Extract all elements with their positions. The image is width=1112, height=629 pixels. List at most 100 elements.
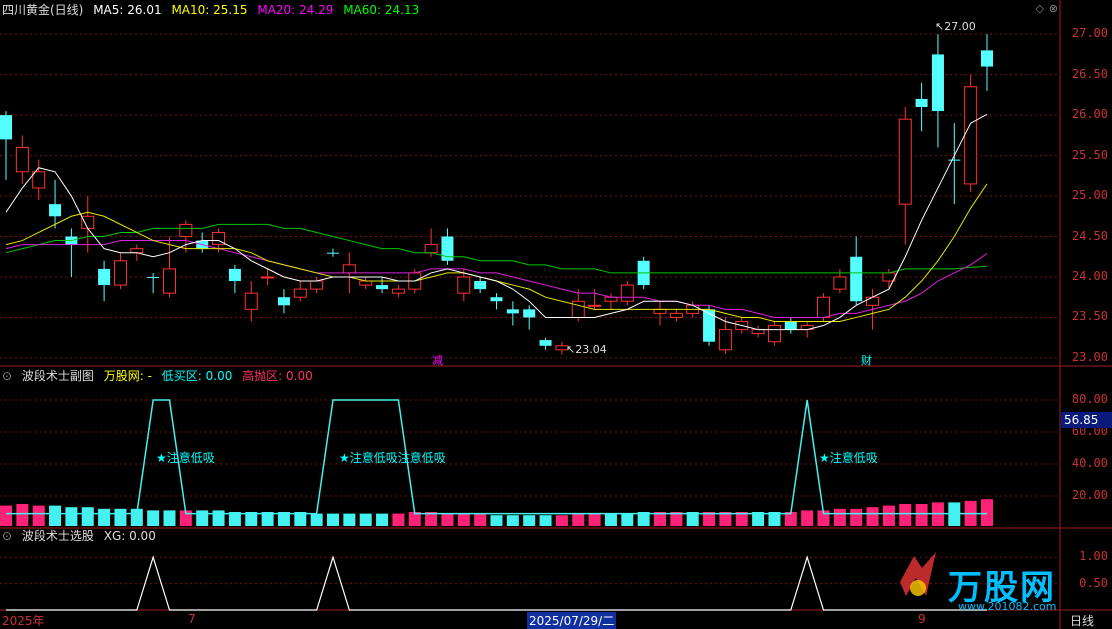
stock-chart[interactable] [0,0,1112,629]
annotation-low-buy-1: ★注意低吸 [156,451,215,465]
event-marker-jian[interactable]: 减 [432,352,443,368]
sub1-label-buy: 低买区: 0.00 [161,369,233,383]
sub1-bar [539,515,552,526]
candle-body [474,281,487,290]
candle-body [261,276,275,279]
y-tick-label: 23.50 [1071,309,1108,324]
candle-body [49,204,62,217]
sub1-bar [474,513,487,526]
y-tick-label: 25.50 [1071,147,1108,162]
sub1-bar [850,508,863,526]
candle-body [620,284,634,302]
y-tick-label: 0.50 [1079,575,1108,590]
high-price-marker: ↖27.00 [935,20,976,33]
sub1-bar [490,515,503,526]
candle-body [130,248,144,254]
sub1-bar [833,508,846,526]
date-mark-9: 9 [918,612,926,626]
annotation-low-buy-3: ★注意低吸 [819,451,878,465]
candle-body [98,268,111,286]
sub-panel1-header: ⊙ 波段术士副图 万股网: - 低买区: 0.00 高抛区: 0.00 [2,368,319,384]
candle-body [244,292,258,310]
ma-label-10: MA10: 25.15 [171,3,248,17]
candle-body [817,296,830,318]
candle-body [0,115,12,140]
sub1-bar [65,507,78,526]
candle-body [490,297,503,302]
candle-body [342,264,356,274]
candle-body [981,50,993,67]
sub1-bar [0,505,12,526]
candle-body [718,329,732,351]
y-tick-label: 1.00 [1079,549,1108,564]
sub1-bar [359,513,372,526]
candle-body [784,321,797,330]
candle-body [147,276,160,278]
sub1-bar [310,513,323,526]
sub1-bar [376,513,389,526]
date-mark-7: 7 [188,612,196,626]
sub2-label-xg: XG: 0.00 [103,529,156,543]
collapse-icon[interactable]: ⊙ [2,369,12,383]
current-value-tag: 56.85 [1061,412,1112,428]
sub1-bar [915,504,928,526]
close-icon[interactable]: ⊗ [1049,2,1058,15]
sub1-bar [588,513,601,526]
candle-body [767,325,781,343]
sub1-bar [343,513,356,526]
period-label[interactable]: 日线 [1070,612,1094,629]
sub1-bar [114,508,127,526]
candle-body [539,340,552,346]
y-tick-label: 40.00 [1071,456,1108,470]
candle-body [81,215,95,229]
candle-body [703,309,716,342]
sub1-title[interactable]: 波段术士副图 [22,369,94,383]
candle-body [751,329,765,335]
diamond-icon[interactable]: ◇ [1036,2,1044,15]
sub1-bar [441,513,454,526]
candle-body [376,285,389,290]
sub1-bar [604,513,617,526]
candle-body [113,260,127,286]
low-price-marker: ↖23.04 [566,343,607,356]
sub1-bar [523,515,536,526]
candle-body [523,309,536,318]
sub1-bar [882,505,895,526]
candle-body [359,280,373,286]
candle-body [931,54,944,112]
sub1-bar [572,513,585,526]
date-start: 2025年 [2,614,45,628]
sub1-bar [621,513,634,526]
sub2-title[interactable]: 波段术士选股 [22,529,94,543]
y-tick-label: 26.00 [1071,107,1108,122]
candle-body [653,308,667,314]
y-tick-label: 25.00 [1071,188,1108,203]
y-tick-label: 24.50 [1071,228,1108,243]
candle-body [850,256,863,302]
main-panel-header: 四川黄金(日线) MA5: 26.01 MA10: 25.15 MA20: 24… [2,2,425,18]
sub1-bar [981,499,993,526]
event-marker-cai[interactable]: 财 [861,352,872,368]
stock-title[interactable]: 四川黄金(日线) [2,3,83,17]
candle-body [833,276,847,290]
y-tick-label: 20.00 [1071,488,1108,502]
sub1-bar [32,505,45,526]
candle-body [228,268,241,282]
sub1-bar [392,513,405,526]
ma-label-20: MA20: 24.29 [257,3,334,17]
collapse-icon[interactable]: ⊙ [2,529,12,543]
sub1-bar [212,510,225,526]
watermark-url: www.201082.com [958,600,1057,613]
ma60-line [5,223,988,274]
y-tick-label: 26.50 [1071,66,1108,81]
sub1-bar [899,504,912,526]
sub1-bar [98,508,111,526]
sub1-bar [147,510,160,526]
y-tick-label: 23.00 [1071,349,1108,364]
candle-body [391,288,405,294]
sub1-bar [81,507,94,526]
candle-body [866,296,880,306]
candle-body [310,280,324,290]
sub1-bar [506,515,519,526]
y-tick-label: 24.00 [1071,268,1108,283]
